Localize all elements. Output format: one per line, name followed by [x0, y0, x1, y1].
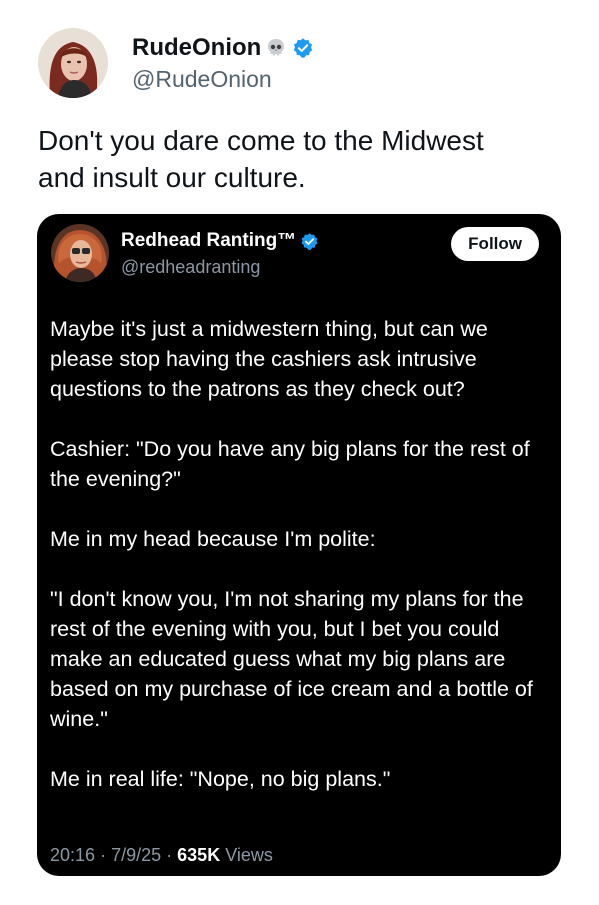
tweet-time[interactable]: 20:16: [50, 845, 95, 865]
quoted-paragraph: Maybe it's just a midwestern thing, but …: [50, 317, 488, 401]
quoted-name-row: Redhead Ranting™: [121, 230, 319, 252]
quoted-paragraph: "I don't know you, I'm not sharing my pl…: [50, 587, 533, 731]
meta-separator: ·: [166, 845, 173, 865]
quoted-avatar[interactable]: [51, 224, 109, 282]
quoted-tweet-body: Maybe it's just a midwestern thing, but …: [50, 314, 552, 824]
avatar[interactable]: [38, 28, 108, 98]
quoted-display-name[interactable]: Redhead Ranting™: [121, 230, 296, 252]
quoted-paragraph: Me in my head because I'm polite:: [50, 527, 376, 551]
follow-button[interactable]: Follow: [451, 227, 539, 261]
outer-name-row: RudeOnion: [132, 34, 314, 62]
quoted-tweet-card[interactable]: Redhead Ranting™ @redheadranting Follow …: [37, 214, 561, 876]
quoted-tweet-meta: 20:16 · 7/9/25 · 635K Views: [50, 845, 273, 866]
meta-separator: ·: [100, 845, 107, 865]
outer-tweet-text-line-2: and insult our culture.: [38, 162, 306, 193]
quoted-paragraph: Me in real life: "Nope, no big plans.": [50, 767, 391, 791]
tweet-date[interactable]: 7/9/25: [111, 845, 161, 865]
outer-tweet-header: RudeOnion @RudeOnion: [38, 28, 314, 98]
quoted-handle[interactable]: @redheadranting: [121, 257, 260, 278]
outer-tweet-text: Don't you dare come to the Midwest and i…: [38, 122, 568, 196]
outer-tweet-text-line-1: Don't you dare come to the Midwest: [38, 125, 484, 156]
outer-display-name[interactable]: RudeOnion: [132, 34, 261, 62]
verified-badge-icon: [301, 232, 318, 250]
views-count[interactable]: 635K: [177, 845, 220, 865]
outer-handle[interactable]: @RudeOnion: [132, 66, 314, 93]
outer-author-block: RudeOnion @RudeOnion: [132, 34, 314, 93]
verified-badge-icon: [294, 37, 313, 58]
skull-icon: [268, 38, 285, 55]
views-label: Views: [225, 845, 273, 865]
quoted-paragraph: Cashier: "Do you have any big plans for …: [50, 437, 530, 491]
